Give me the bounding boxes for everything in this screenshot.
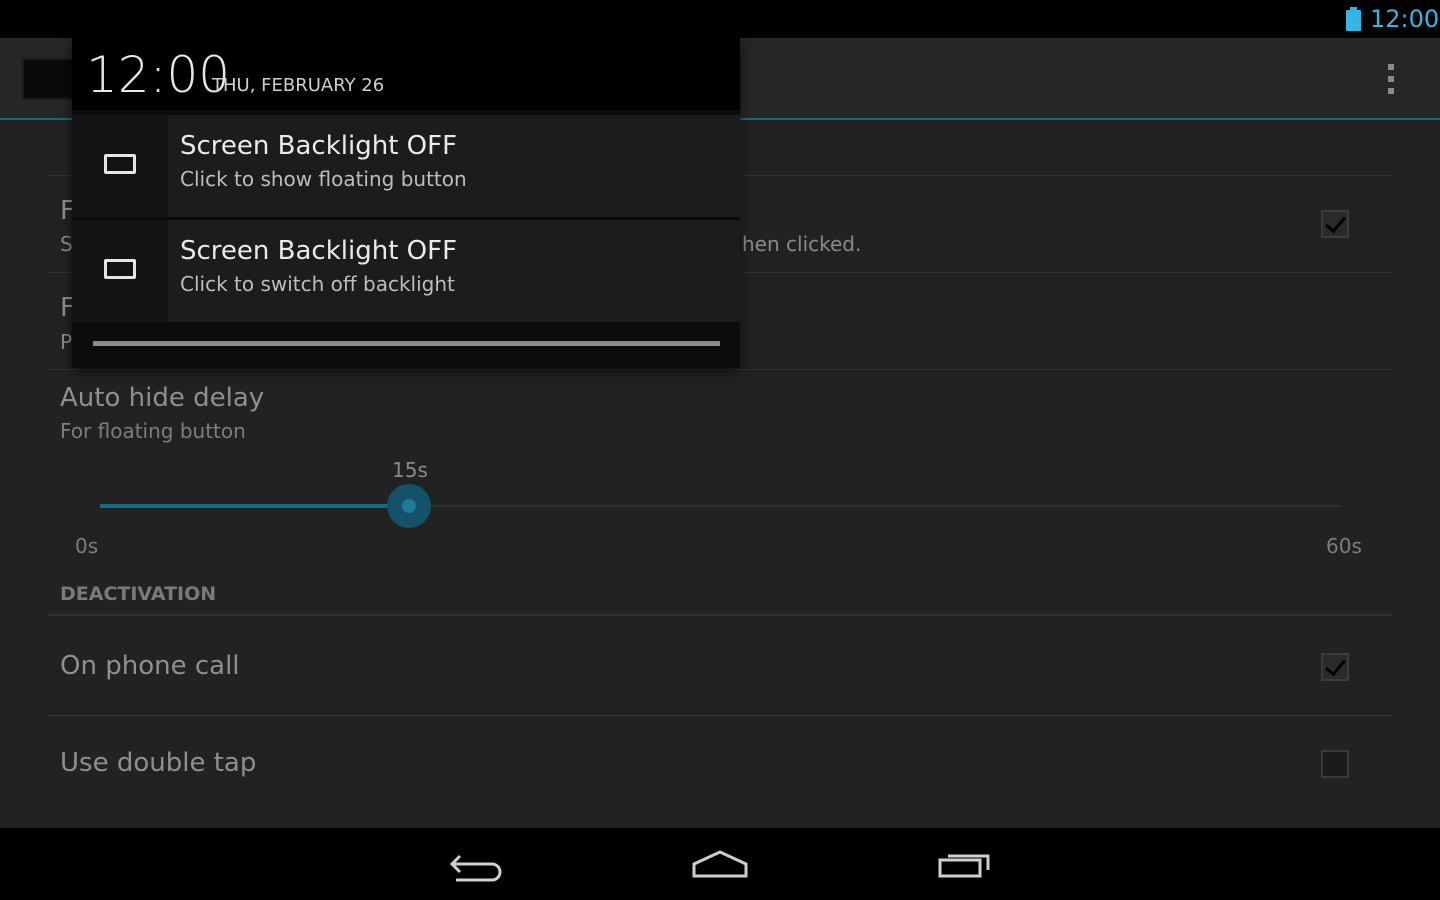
section-header-deactivation: DEACTIVATION [60, 583, 217, 605]
overflow-menu-icon[interactable] [1386, 64, 1398, 98]
shade-date: THU, FEBRUARY 26 [212, 75, 385, 96]
pref-row1-summary-tail: hen clicked. [742, 232, 862, 256]
slider-max-label: 60s [1326, 534, 1362, 558]
recents-icon[interactable] [930, 844, 1000, 884]
auto-hide-delay-pref[interactable]: Auto hide delay For floating button [60, 383, 264, 443]
divider [48, 715, 1392, 716]
shade-drag-handle[interactable] [93, 341, 720, 346]
pref-row2-summary: P [60, 330, 73, 354]
on-phone-call-pref[interactable]: On phone call [60, 651, 240, 681]
slider-track[interactable] [100, 504, 1340, 508]
shade-clock: 12:00 [86, 46, 231, 104]
double-tap-checkbox[interactable] [1321, 750, 1349, 778]
screen-icon [104, 259, 136, 279]
slider-thumb[interactable] [387, 484, 431, 528]
status-bar: 12:00 [0, 0, 1440, 38]
pref-row1-checkbox[interactable] [1321, 210, 1349, 238]
slider-min-label: 0s [75, 534, 99, 558]
notification-item[interactable]: Screen Backlight OFF Click to switch off… [72, 220, 740, 322]
double-tap-pref[interactable]: Use double tap [60, 748, 256, 778]
slider-value-label: 15s [392, 458, 428, 482]
notification-shade: 12:00 THU, FEBRUARY 26 Screen Backlight … [72, 38, 740, 368]
shade-header: 12:00 THU, FEBRUARY 26 [72, 38, 740, 110]
on-phone-call-checkbox[interactable] [1321, 653, 1349, 681]
screen-icon [104, 154, 136, 174]
auto-hide-summary: For floating button [60, 419, 246, 443]
status-time: 12:00 [1370, 5, 1440, 33]
double-tap-title: Use double tap [60, 748, 257, 778]
auto-hide-title: Auto hide delay [60, 383, 265, 413]
battery-icon [1346, 7, 1361, 31]
notification-title: Screen Backlight OFF [180, 236, 458, 266]
on-phone-call-title: On phone call [60, 651, 240, 681]
back-icon[interactable] [442, 844, 512, 884]
slider-fill [100, 504, 410, 508]
notification-text: Click to switch off backlight [180, 272, 455, 296]
divider [48, 369, 1392, 370]
navigation-bar [0, 828, 1440, 900]
notification-item[interactable]: Screen Backlight OFF Click to show float… [72, 115, 740, 217]
notification-text: Click to show floating button [180, 167, 467, 191]
pref-row1-summary: S [60, 232, 73, 256]
section-divider [48, 614, 1392, 616]
home-icon[interactable] [686, 844, 756, 884]
notification-title: Screen Backlight OFF [180, 131, 458, 161]
